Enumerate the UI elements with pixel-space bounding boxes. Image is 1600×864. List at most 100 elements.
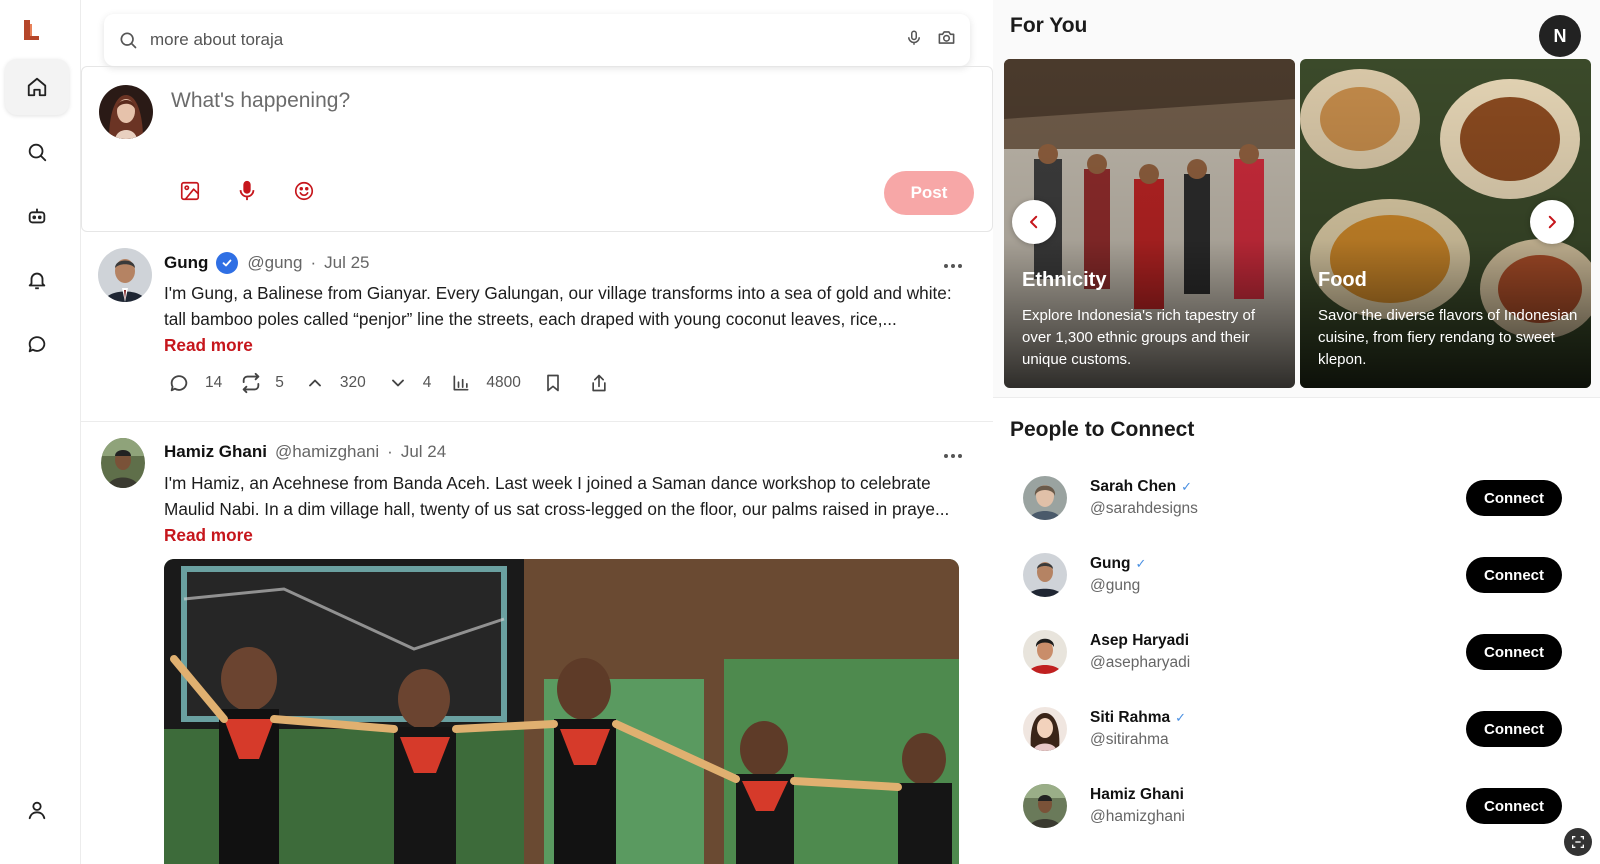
upvote-count: 320 — [339, 374, 366, 391]
user-icon — [28, 801, 46, 820]
connect-button[interactable]: Connect — [1466, 788, 1562, 824]
read-more-link[interactable]: Read more — [164, 335, 253, 355]
bar-chart-icon — [453, 375, 469, 391]
microphone-icon[interactable] — [235, 179, 259, 203]
downvote-button[interactable]: 4 — [388, 373, 432, 393]
screen-capture-icon[interactable] — [1564, 828, 1592, 856]
person-handle[interactable]: @sarahdesigns — [1090, 500, 1198, 518]
bookmark-icon — [547, 374, 559, 392]
separator: · — [310, 253, 317, 272]
post-author-name[interactable]: Hamiz Ghani — [164, 442, 267, 462]
person-avatar[interactable] — [1023, 553, 1067, 597]
search-icon — [28, 143, 47, 162]
bot-icon — [28, 208, 46, 224]
carousel-prev-button[interactable] — [1012, 200, 1056, 244]
bell-icon — [28, 272, 46, 290]
person-handle[interactable]: @hamizghani — [1090, 808, 1185, 826]
view-count: 4800 — [486, 374, 521, 391]
connect-button[interactable]: Connect — [1466, 557, 1562, 593]
verified-badge-icon — [216, 252, 239, 274]
card-description: Savor the diverse flavors of Indonesian … — [1318, 307, 1578, 368]
connect-button[interactable]: Connect — [1466, 711, 1562, 747]
person-handle[interactable]: @asepharyadi — [1090, 654, 1190, 672]
person-handle[interactable]: @gung — [1090, 577, 1140, 595]
chevron-up-icon — [308, 379, 321, 387]
person-handle[interactable]: @sitirahma — [1090, 731, 1169, 749]
composer-tools — [178, 179, 316, 203]
downvote-count: 4 — [422, 374, 432, 391]
person-avatar[interactable] — [1023, 707, 1067, 751]
suggested-person: Gung ✓ @gung Connect — [1023, 545, 1583, 605]
image-icon[interactable] — [178, 179, 202, 203]
reply-count: 14 — [205, 374, 223, 391]
repost-count: 5 — [275, 374, 284, 391]
chevron-left-icon — [1030, 215, 1038, 229]
person-name[interactable]: Sarah Chen ✓ — [1090, 478, 1192, 496]
share-button[interactable] — [589, 372, 609, 394]
card-description: Explore Indonesia's rich tapestry of ove… — [1022, 307, 1255, 368]
composer-input[interactable]: What's happening? — [171, 89, 350, 113]
left-nav — [0, 0, 81, 864]
post-date[interactable]: Jul 24 — [401, 442, 446, 462]
post-date[interactable]: Jul 25 — [324, 253, 369, 273]
nav-home[interactable] — [5, 59, 69, 115]
search-input[interactable]: more about toraja — [150, 30, 891, 50]
person-name[interactable]: Siti Rahma ✓ — [1090, 709, 1186, 727]
post-text: I'm Gung, a Balinese from Gianyar. Every… — [164, 283, 952, 329]
more-options-icon[interactable] — [943, 446, 963, 464]
home-icon — [27, 77, 47, 97]
user-avatar[interactable]: N — [1539, 15, 1581, 57]
repost-button[interactable]: 5 — [240, 372, 284, 394]
feed-post: Hamiz Ghani @hamizghani · Jul 24 I'm Ham… — [81, 422, 993, 864]
post-author-handle[interactable]: @hamizghani — [275, 442, 379, 462]
card-title: Ethnicity — [1022, 269, 1107, 291]
post-author-avatar[interactable] — [101, 438, 145, 488]
more-options-icon[interactable] — [943, 256, 963, 274]
carousel-next-button[interactable] — [1530, 200, 1574, 244]
suggested-person: Siti Rahma ✓ @sitirahma Connect — [1023, 699, 1583, 759]
repost-icon — [243, 372, 260, 394]
post-header: Hamiz Ghani @hamizghani · Jul 24 — [164, 442, 446, 462]
post-author-handle[interactable]: @gung — [247, 253, 302, 273]
verified-check-icon: ✓ — [1135, 556, 1147, 571]
chat-bubble-icon — [28, 336, 46, 353]
nav-messages[interactable] — [5, 316, 69, 372]
read-more-link[interactable]: Read more — [164, 525, 253, 545]
person-name[interactable]: Asep Haryadi — [1090, 632, 1189, 650]
person-name[interactable]: Hamiz Ghani — [1090, 786, 1184, 804]
person-avatar[interactable] — [1023, 784, 1067, 828]
post-author-avatar[interactable] — [98, 248, 152, 302]
bookmark-button[interactable] — [543, 372, 563, 394]
emoji-icon[interactable] — [292, 179, 316, 203]
main-feed: more about toraja What's happening? Post… — [81, 0, 993, 864]
post-button[interactable]: Post — [884, 171, 974, 215]
suggested-person: Hamiz Ghani @hamizghani Connect — [1023, 776, 1583, 836]
people-to-connect-title: People to Connect — [1010, 418, 1195, 441]
post-body: I'm Hamiz, an Acehnese from Banda Aceh. … — [164, 470, 969, 548]
nav-search[interactable] — [5, 124, 69, 180]
connect-button[interactable]: Connect — [1466, 634, 1562, 670]
views-stat[interactable]: 4800 — [451, 373, 521, 393]
nav-profile[interactable] — [5, 782, 69, 838]
post-header: Gung @gung · Jul 25 — [164, 252, 370, 274]
nav-notifications[interactable] — [5, 252, 69, 308]
post-image[interactable] — [164, 559, 959, 864]
reply-button[interactable]: 14 — [168, 372, 222, 394]
app-logo[interactable] — [19, 18, 43, 42]
microphone-icon[interactable] — [905, 29, 923, 52]
person-avatar[interactable] — [1023, 476, 1067, 520]
search-bar[interactable]: more about toraja — [104, 14, 970, 66]
connect-button[interactable]: Connect — [1466, 480, 1562, 516]
chevron-right-icon — [1548, 215, 1556, 229]
nav-bot[interactable] — [5, 188, 69, 244]
card-title: Food — [1318, 269, 1367, 291]
post-actions: 14 5 320 4 4800 — [168, 372, 609, 394]
search-icon — [120, 32, 137, 49]
camera-icon[interactable] — [937, 28, 956, 52]
post-author-name[interactable]: Gung — [164, 253, 208, 273]
separator: · — [387, 442, 393, 461]
person-avatar[interactable] — [1023, 630, 1067, 674]
person-name[interactable]: Gung ✓ — [1090, 555, 1146, 573]
post-body: I'm Gung, a Balinese from Gianyar. Every… — [164, 280, 969, 358]
upvote-button[interactable]: 320 — [305, 373, 366, 393]
